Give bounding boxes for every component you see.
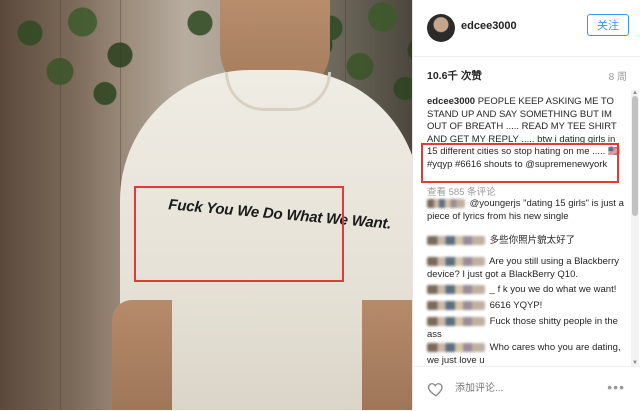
comment-author-blurred[interactable] xyxy=(427,342,485,352)
view-comments-link[interactable]: 查看 585 条评论 xyxy=(427,184,496,198)
avatar[interactable] xyxy=(427,14,455,42)
post-photo[interactable]: Fuck You We Do What We Want. xyxy=(0,0,412,410)
like-count[interactable]: 10.6千 次赞 xyxy=(427,68,482,83)
caption-highlight xyxy=(421,143,619,183)
comment-item: 6616 YQYP! xyxy=(427,300,625,313)
comment-text: _ f k you we do what we want! xyxy=(489,284,617,295)
comment-author-blurred[interactable] xyxy=(427,198,465,208)
comment-item: _ f k you we do what we want! xyxy=(427,284,625,297)
comment-author-blurred[interactable] xyxy=(427,256,485,266)
comment-author-blurred[interactable] xyxy=(427,316,485,326)
comment-text: 6616 YQYP! xyxy=(489,300,543,311)
heart-icon[interactable] xyxy=(427,380,445,398)
left-arm xyxy=(112,300,172,410)
right-arm xyxy=(362,300,412,410)
comment-author-blurred[interactable] xyxy=(427,300,485,310)
post-details-pane: edcee3000 关注 10.6千 次赞 8 周 edcee3000 PEOP… xyxy=(412,0,640,410)
follow-button[interactable]: 关注 xyxy=(587,14,629,36)
post-age: 8 周 xyxy=(608,72,627,83)
comment-item: 多些你照片貌太好了 xyxy=(427,235,625,248)
shirt-text-highlight xyxy=(134,186,344,282)
foliage xyxy=(0,0,150,110)
comment-author-blurred[interactable] xyxy=(427,284,485,294)
post-footer: ••• xyxy=(413,366,640,411)
comment-item: Are you still using a Blackberry device?… xyxy=(427,256,625,281)
add-comment-input[interactable] xyxy=(453,382,577,395)
comment-item: @youngerjs "dating 15 girls" is just a p… xyxy=(427,198,625,223)
comment-feed[interactable]: edcee3000 PEOPLE KEEP ASKING ME TO STAND… xyxy=(413,90,631,366)
stats-row: 10.6千 次赞 8 周 xyxy=(413,56,640,88)
post-header: edcee3000 关注 xyxy=(413,0,640,57)
comment-item: Who cares who you are dating, we just lo… xyxy=(427,342,625,366)
comment-text: 多些你照片貌太好了 xyxy=(489,235,576,246)
username[interactable]: edcee3000 xyxy=(461,20,517,32)
comment-author-blurred[interactable] xyxy=(427,235,485,245)
more-icon[interactable]: ••• xyxy=(607,379,625,395)
comment-item: Fuck those shitty people in the ass xyxy=(427,316,625,341)
scroll-thumb[interactable] xyxy=(632,96,638,216)
caption-author[interactable]: edcee3000 xyxy=(427,96,475,107)
comment-scrollbar[interactable]: ▲ ▼ xyxy=(631,90,639,366)
